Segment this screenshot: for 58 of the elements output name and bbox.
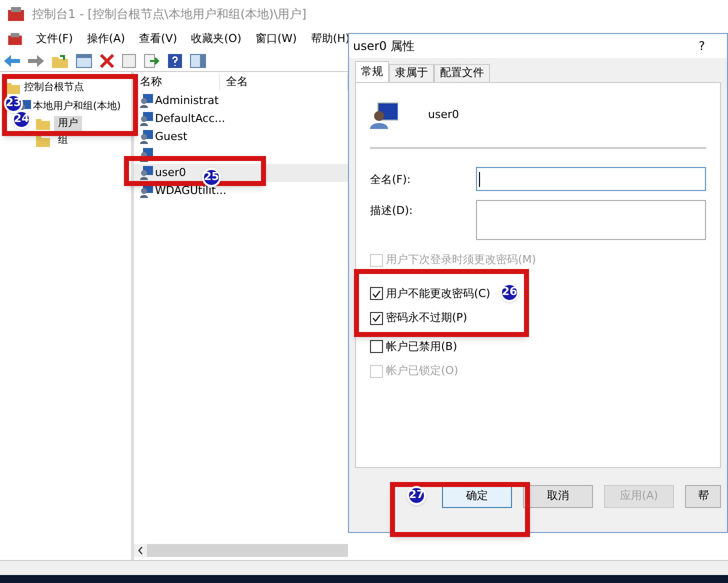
- tree-item[interactable]: 本地用户和组(本地): [33, 99, 121, 114]
- checkbox-label[interactable]: 用户不能更改密码(C): [386, 286, 490, 302]
- user-icon: [140, 130, 153, 144]
- step-number-badge: 26: [500, 282, 519, 302]
- folder-icon: [36, 118, 50, 130]
- pane-icon[interactable]: [76, 54, 92, 68]
- user-icon: [140, 184, 153, 198]
- dialog-title: user0 属性: [353, 38, 415, 55]
- menu-item[interactable]: 文件(F): [36, 30, 73, 48]
- checkbox[interactable]: [370, 312, 383, 325]
- back-arrow-icon[interactable]: [4, 54, 20, 66]
- dialog-button[interactable]: 取消: [523, 484, 593, 508]
- user-icon: [140, 166, 153, 180]
- user-name: user0: [428, 106, 459, 123]
- user-icon: [140, 94, 153, 108]
- checkbox[interactable]: [370, 340, 383, 354]
- console-icon: [8, 33, 22, 45]
- tree-item[interactable]: 控制台根节点: [24, 80, 84, 95]
- menu-item[interactable]: 收藏夹(O): [191, 30, 242, 48]
- scroll-left-button[interactable]: [134, 544, 147, 557]
- step-number-badge: 24: [12, 110, 31, 129]
- help-button[interactable]: ?: [698, 37, 705, 55]
- field-label: 描述(D):: [370, 203, 414, 219]
- menu-item[interactable]: 操作(A): [86, 30, 126, 48]
- step-number-badge: 27: [407, 486, 426, 504]
- list-row[interactable]: Guest: [134, 128, 348, 146]
- tab[interactable]: 常规: [355, 61, 389, 82]
- help-icon[interactable]: [168, 54, 182, 68]
- menu-item[interactable]: 窗口(W): [255, 30, 297, 48]
- list-row[interactable]: Administrat: [134, 92, 348, 110]
- delete-icon[interactable]: [100, 54, 114, 68]
- user-name: Administrat: [155, 93, 219, 109]
- list-row[interactable]: DefaultAcc...: [134, 110, 348, 128]
- window-title: 控制台1 - [控制台根节点\本地用户和组(本地)\用户]: [32, 6, 306, 23]
- tab[interactable]: 配置文件: [434, 64, 490, 82]
- up-folder-icon[interactable]: [52, 54, 68, 68]
- forward-arrow-icon[interactable]: [28, 54, 44, 66]
- console-icon: [8, 7, 24, 21]
- user-name: DefaultAcc...: [155, 111, 226, 127]
- properties-icon[interactable]: [122, 54, 136, 68]
- menu-item[interactable]: 查看(V): [139, 30, 178, 48]
- export-icon[interactable]: [144, 54, 160, 68]
- description-field[interactable]: [476, 200, 706, 240]
- dialog-button[interactable]: 帮: [685, 484, 721, 508]
- field-label: 全名(F):: [370, 172, 412, 188]
- folder-icon: [36, 134, 50, 146]
- user-icon: [140, 112, 153, 126]
- checkbox[interactable]: [370, 287, 383, 300]
- full-name-field[interactable]: [476, 167, 706, 191]
- pane-icon[interactable]: [190, 54, 206, 68]
- tab[interactable]: 隶属于: [389, 64, 434, 82]
- user-name: user0: [155, 165, 186, 181]
- column-header[interactable]: 名称: [134, 74, 220, 90]
- tree-item[interactable]: 用户: [54, 116, 82, 131]
- user-name: Guest: [155, 129, 188, 145]
- checkbox-label[interactable]: 帐户已禁用(B): [386, 338, 458, 355]
- checkbox-label[interactable]: 密码永不过期(P): [386, 310, 468, 326]
- user-account-icon: [370, 101, 398, 129]
